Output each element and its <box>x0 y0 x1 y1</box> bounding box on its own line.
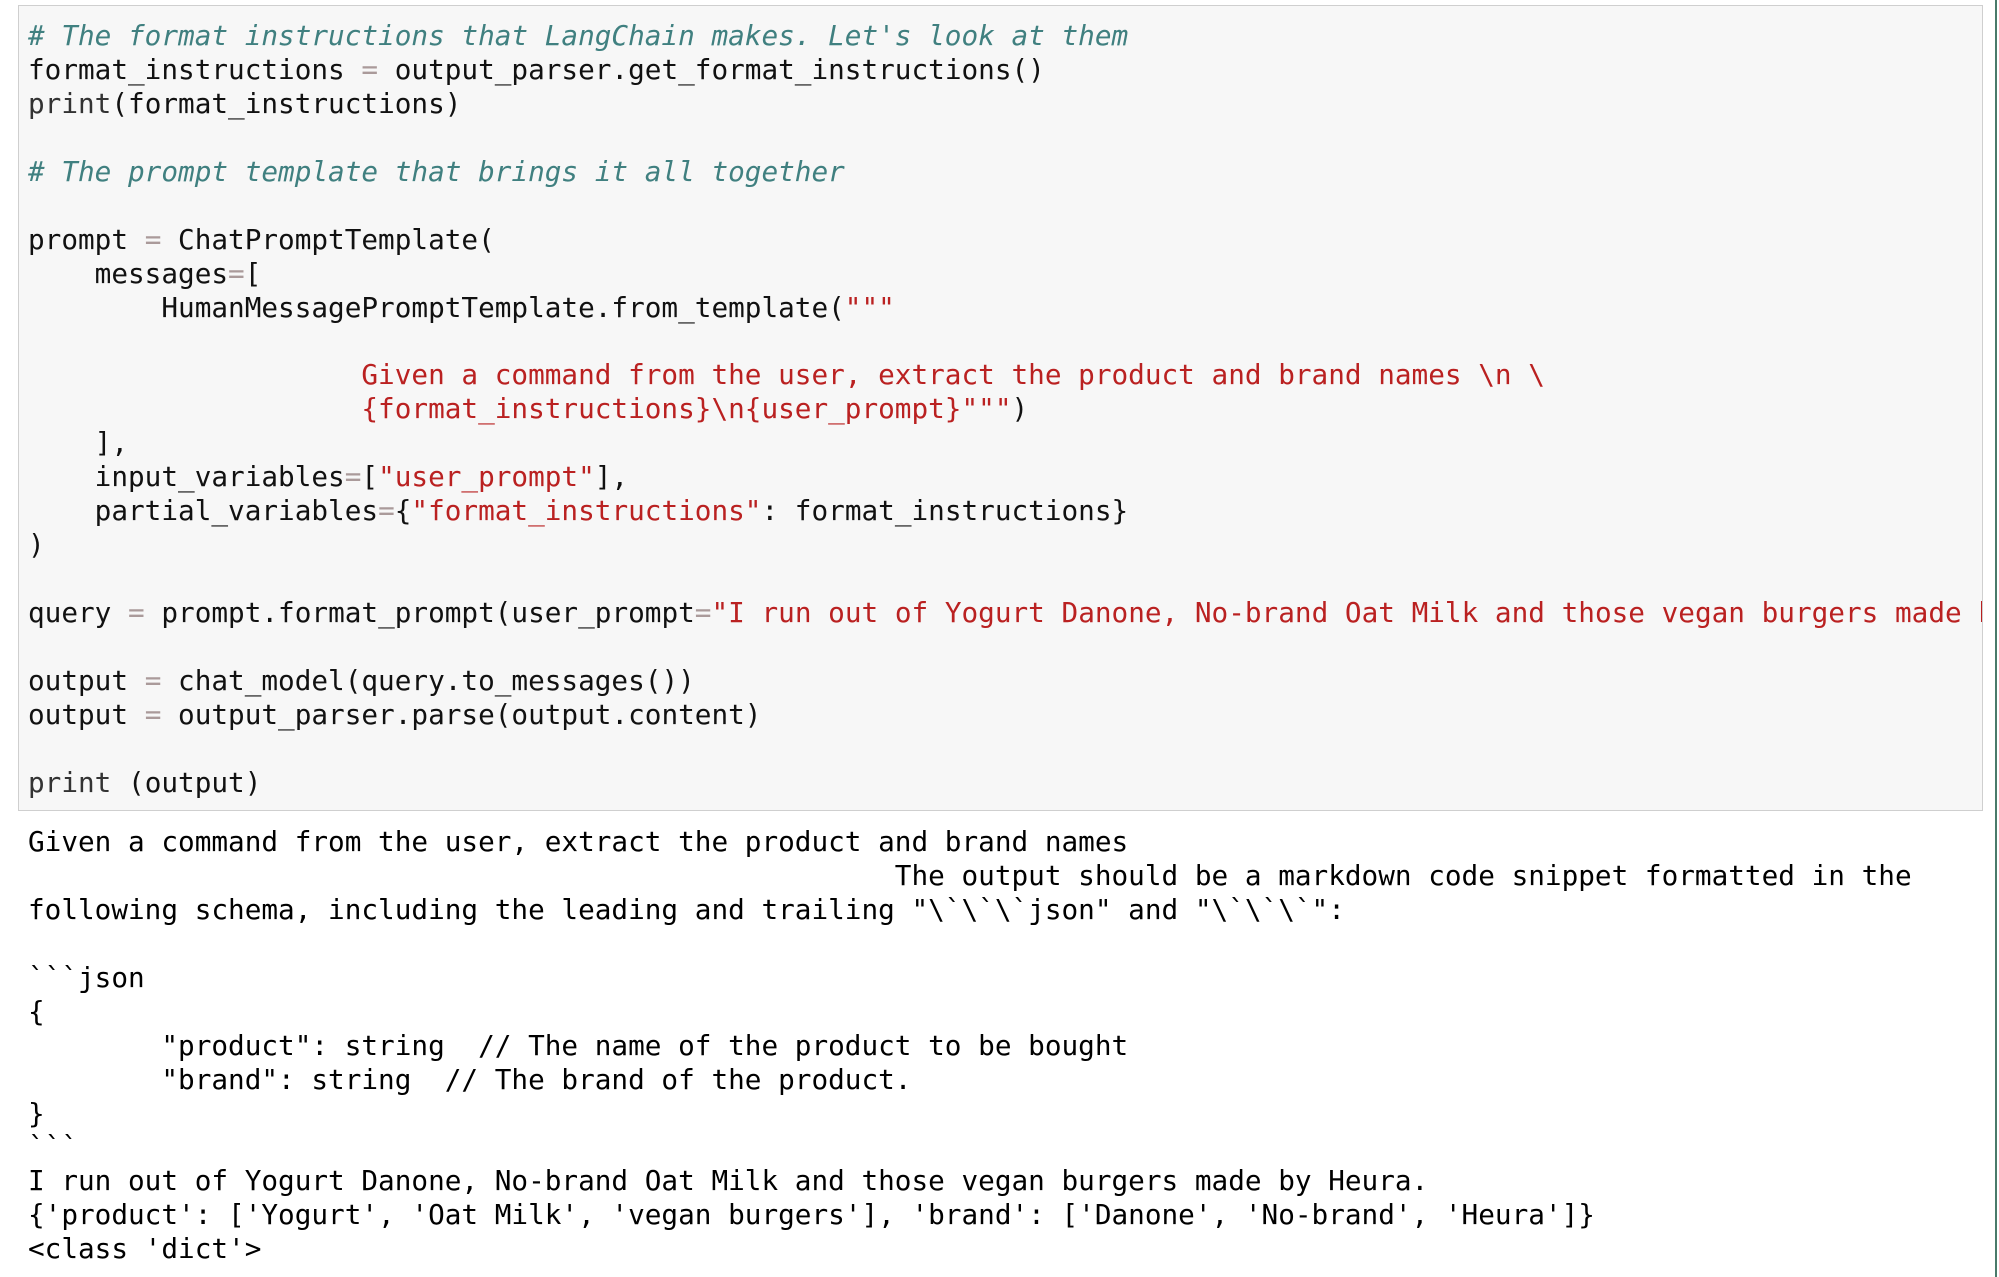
output-line: {'product': ['Yogurt', 'Oat Milk', 'vega… <box>28 1198 1595 1232</box>
code-token-comment: # The format instructions that LangChain… <box>28 19 1129 52</box>
code-line: ], <box>28 426 1982 460</box>
code-token-plain: partial_variables <box>28 494 379 528</box>
code-token-op: = <box>144 222 162 256</box>
code-token-plain: output <box>28 663 145 697</box>
code-token-string: "user_prompt" <box>378 460 595 494</box>
code-token-plain: ], <box>28 426 129 460</box>
code-token-plain: HumanMessagePromptTemplate.from_template… <box>28 290 845 324</box>
code-line: Given a command from the user, extract t… <box>28 358 1982 392</box>
code-token-op: = <box>378 494 395 528</box>
code-token-op: = <box>694 595 712 629</box>
code-token-string: Given a command from the user, extract t… <box>28 358 1545 392</box>
code-line: prompt = ChatPromptTemplate( <box>28 222 1982 257</box>
cell-output: Given a command from the user, extract t… <box>28 825 1912 1266</box>
code-line: format_instructions = output_parser.get_… <box>28 52 1982 87</box>
code-token-op: = <box>128 595 145 629</box>
output-line: ```json <box>28 960 145 994</box>
code-token-plain: ChatPromptTemplate( <box>161 222 495 256</box>
output-line: { <box>28 994 45 1028</box>
code-token-plain: : format_instructions} <box>761 494 1129 528</box>
output-line: <class 'dict'> <box>28 1232 262 1266</box>
code-token-plain: query <box>28 595 129 629</box>
code-token-plain: [ <box>244 256 262 290</box>
code-token-op: = <box>144 697 162 731</box>
code-token-string: """ <box>844 290 895 324</box>
code-token-plain: chat_model(query.to_messages()) <box>161 663 695 697</box>
code-token-plain: { <box>394 494 412 528</box>
code-token-plain: output_parser.get_format_instructions() <box>378 52 1045 86</box>
code-token-plain: input_variables <box>28 460 345 494</box>
output-line: "brand": string // The brand of the prod… <box>28 1062 912 1096</box>
code-token-plain: ], <box>594 460 629 494</box>
code-line: HumanMessagePromptTemplate.from_template… <box>28 290 1982 325</box>
code-token-string: "I run out of Yogurt Danone, No-brand Oa… <box>711 595 1982 629</box>
code-line: print(format_instructions) <box>28 86 1982 121</box>
code-line: output = chat_model(query.to_messages()) <box>28 663 1982 698</box>
code-line: # The prompt template that brings it all… <box>28 154 1982 189</box>
code-line: messages=[ <box>28 256 1982 291</box>
code-token-plain: (format_instructions) <box>111 86 462 120</box>
output-line: Given a command from the user, extract t… <box>28 825 1129 858</box>
code-line: query = prompt.format_prompt(user_prompt… <box>28 595 1982 630</box>
code-line: ) <box>28 528 1982 562</box>
code-line: print (output) <box>28 765 1982 800</box>
code-line: # The format instructions that LangChain… <box>28 19 1982 53</box>
code-token-plain: prompt <box>28 222 145 256</box>
code-token-plain: output_parser.parse(output.content) <box>161 697 762 731</box>
code-token-plain: [ <box>361 460 379 494</box>
output-line: I run out of Yogurt Danone, No-brand Oat… <box>28 1164 1429 1198</box>
output-line: } <box>28 1096 45 1130</box>
code-line: {format_instructions}\n{user_prompt}""") <box>28 392 1982 426</box>
code-token-plain: (output) <box>111 765 262 799</box>
code-token-op: = <box>228 256 245 290</box>
output-line: The output should be a markdown code sni… <box>28 858 1912 892</box>
code-token-string: {format_instructions}\n{user_prompt}""" <box>28 392 1012 426</box>
code-editor[interactable]: # The format instructions that LangChain… <box>28 19 1982 800</box>
output-line: "product": string // The name of the pro… <box>28 1028 1129 1062</box>
code-token-op: = <box>344 460 362 494</box>
code-token-op: = <box>361 52 379 86</box>
code-token-op: = <box>144 663 162 697</box>
code-token-plain: prompt.format_prompt(user_prompt <box>144 595 695 629</box>
code-token-plain: ) <box>28 528 45 562</box>
code-token-comment: # The prompt template that brings it all… <box>28 154 845 188</box>
code-input-cell[interactable]: # The format instructions that LangChain… <box>18 5 1983 811</box>
code-line: input_variables=["user_prompt"], <box>28 460 1982 494</box>
code-token-plain: messages <box>28 256 229 290</box>
code-token-string: "format_instructions" <box>411 494 762 528</box>
output-line: following schema, including the leading … <box>28 892 1345 926</box>
code-token-plain: output <box>28 697 145 731</box>
code-token-builtin: print <box>28 86 112 120</box>
output-line: ``` <box>28 1130 79 1164</box>
code-token-builtin: print <box>28 765 112 799</box>
code-line: partial_variables={"format_instructions"… <box>28 494 1982 528</box>
cell-selection-border <box>1995 0 1997 1277</box>
code-token-plain: ) <box>1011 392 1029 426</box>
code-token-plain: format_instructions <box>28 52 362 86</box>
code-line: output = output_parser.parse(output.cont… <box>28 697 1982 732</box>
